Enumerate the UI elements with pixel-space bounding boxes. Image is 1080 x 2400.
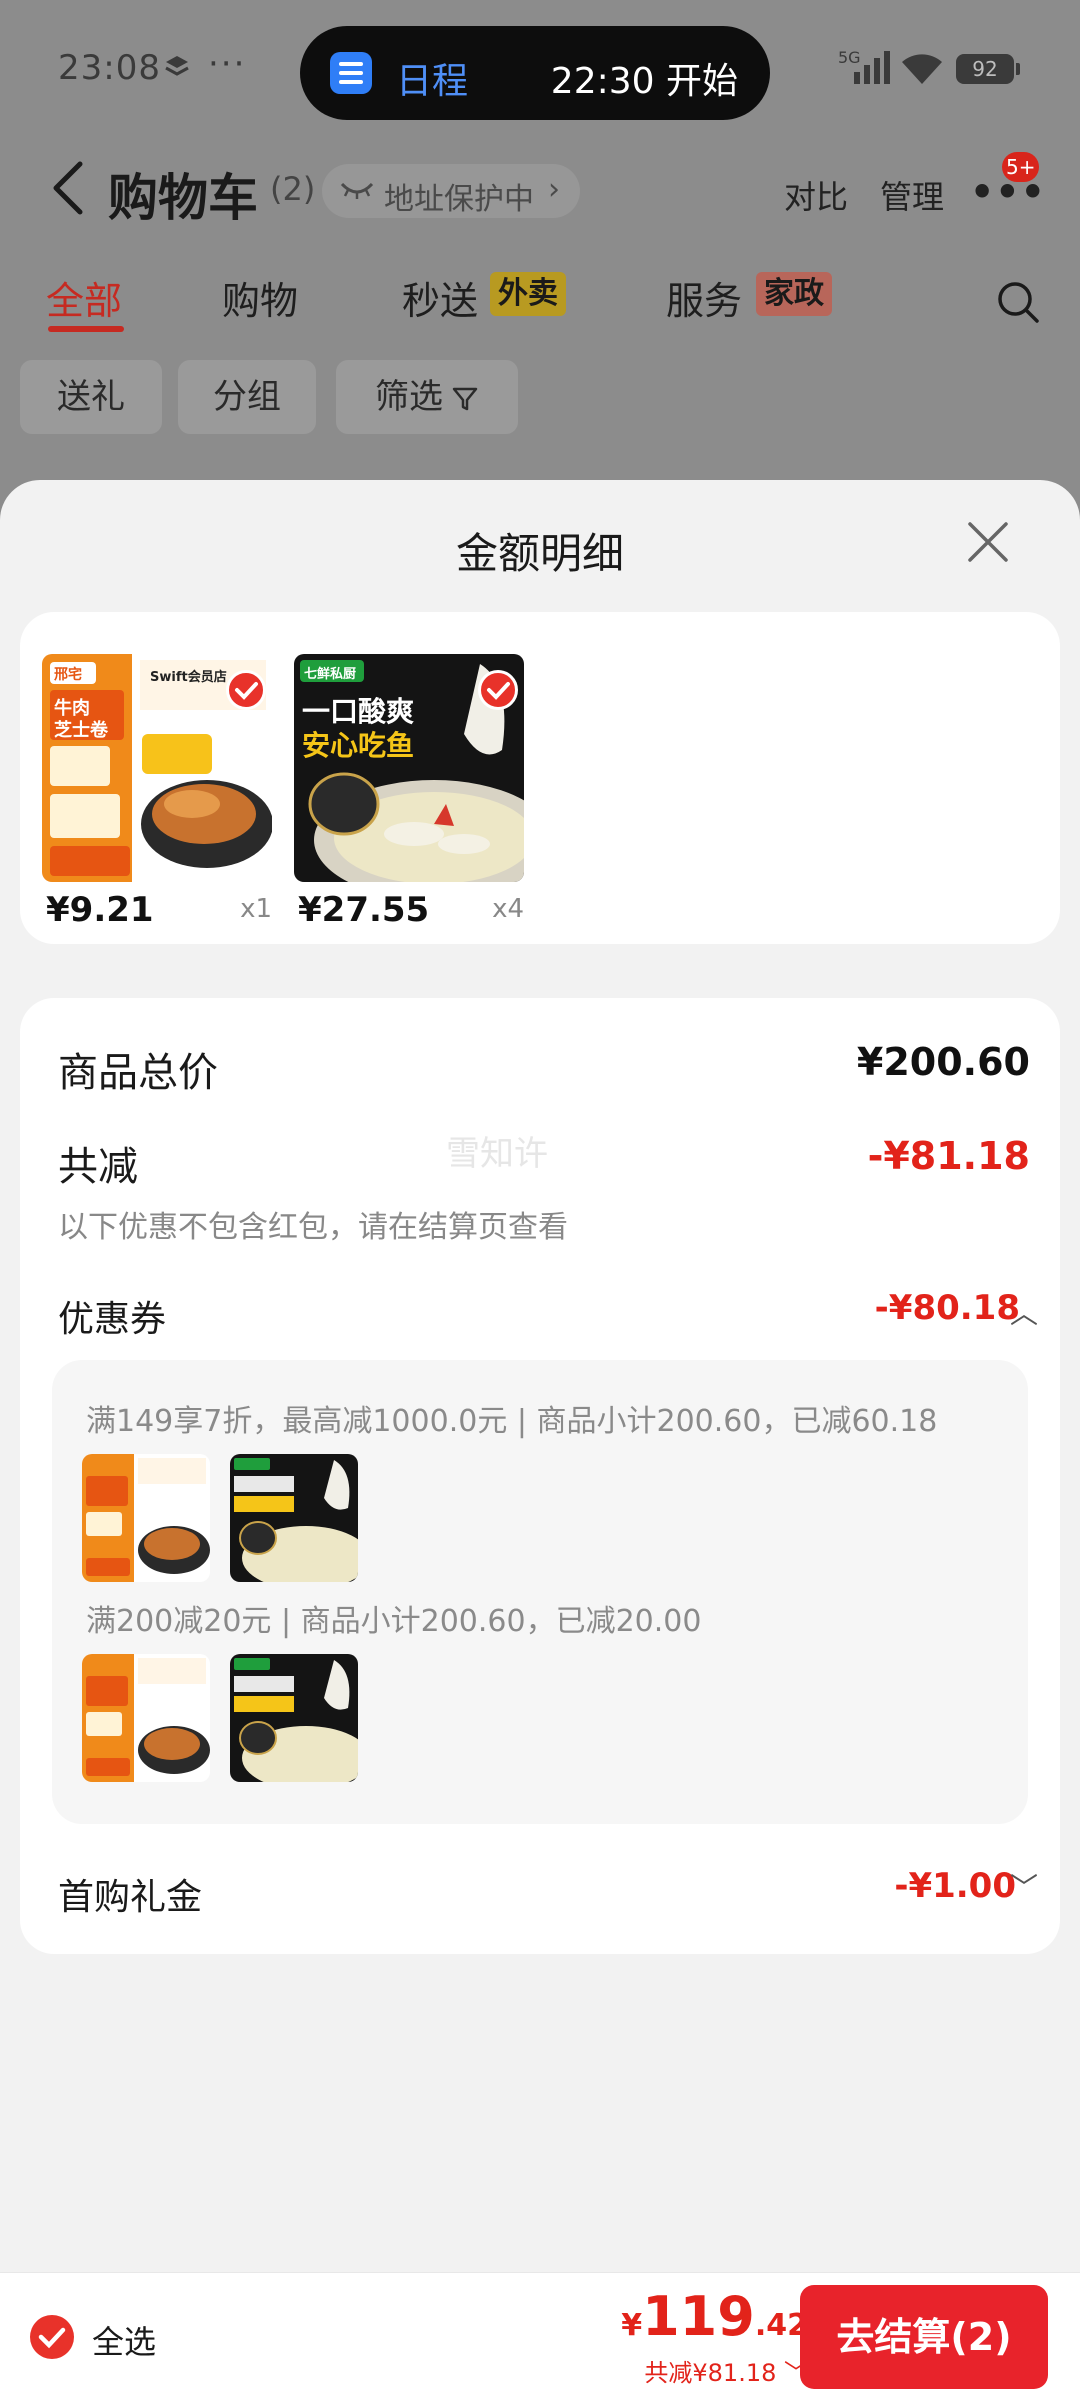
status-bar: 23:08 ··· 日程 22:30 开始 5G 92 xyxy=(0,0,1080,140)
coupon-rule: 满200减20元 | 商品小计200.60，已减20.00 xyxy=(86,1604,702,1639)
product-quantity: x4 xyxy=(492,894,524,924)
takeout-tag: 外卖 xyxy=(490,272,566,316)
filter-group-label: 分组 xyxy=(213,377,281,417)
manage-button[interactable]: 管理 xyxy=(880,172,944,218)
discount-note: 以下优惠不包含红包，请在结算页查看 xyxy=(58,1210,568,1245)
select-all-label[interactable]: 全选 xyxy=(92,2317,156,2363)
cart-count: (2) xyxy=(270,170,316,208)
checkbox-checked-icon[interactable] xyxy=(478,670,518,710)
product-quantity: x1 xyxy=(240,894,272,924)
dynamic-island[interactable]: 日程 22:30 开始 xyxy=(300,26,770,120)
selected-products-card: 邢宅 牛肉 芝士卷 Swift会员店 ¥9.21 x1 七鲜私厨 一口酸爽 安心… xyxy=(20,612,1060,944)
coupon-label[interactable]: 优惠券 xyxy=(58,1290,166,1342)
coupon-rule: 满149享7折，最高减1000.0元 | 商品小计200.60，已减60.18 xyxy=(86,1404,938,1439)
chevron-up-icon[interactable]: ︿ xyxy=(1010,1292,1038,1332)
product-price: ¥9.21 xyxy=(46,890,154,930)
filter-gift-label: 送礼 xyxy=(57,377,125,417)
eye-closed-icon xyxy=(340,182,374,199)
chevron-down-icon[interactable]: ﹀ xyxy=(1010,1866,1038,1906)
filter-chips: 送礼 分组 筛选 xyxy=(0,360,1080,434)
housekeeping-tag: 家政 xyxy=(756,272,832,316)
coupon-value[interactable]: -¥80.18 xyxy=(875,1288,1020,1328)
total-currency: ¥ xyxy=(621,2308,643,2343)
back-icon[interactable] xyxy=(50,160,86,216)
price-detail-card: 商品总价 ¥200.60 雪知许 共减 -¥81.18 以下优惠不包含红包，请在… xyxy=(20,998,1060,1954)
first-purchase-gift-label[interactable]: 首购礼金 xyxy=(58,1868,202,1920)
watermark: 雪知许 xyxy=(446,1134,548,1174)
checkbox-checked-icon[interactable] xyxy=(226,670,266,710)
product-name-line2: 安心吃鱼 xyxy=(302,729,415,762)
coupon-product-thumb-sour-fish xyxy=(230,1454,358,1582)
battery-icon: 92 xyxy=(956,54,1020,84)
tab-services[interactable]: 服务 xyxy=(666,270,742,325)
amount-detail-sheet: 金额明细 邢宅 牛肉 芝士卷 Swift会员店 ¥9.21 x1 七鲜私厨 一口… xyxy=(0,480,1080,2400)
search-icon[interactable] xyxy=(996,280,1040,324)
address-pill-label: 地址保护中 xyxy=(384,182,534,217)
chevron-right-icon: › xyxy=(548,172,560,207)
coupon-product-thumb-beef-roll xyxy=(82,1454,210,1582)
notification-badge: 5+ xyxy=(1002,152,1040,182)
total-saved-toggle[interactable]: 共减¥81.18 ﹀ xyxy=(644,2353,808,2388)
signal-icon xyxy=(854,51,890,84)
coupon-product-thumb-sour-fish xyxy=(230,1654,358,1782)
product-promo: Swift会员店 xyxy=(150,670,227,685)
filter-screen-label: 筛选 xyxy=(375,377,443,417)
calendar-icon xyxy=(330,52,372,94)
filter-screen[interactable]: 筛选 xyxy=(336,360,518,434)
funnel-icon xyxy=(452,387,478,410)
tab-shopping[interactable]: 购物 xyxy=(222,270,298,325)
filter-group[interactable]: 分组 xyxy=(178,360,316,434)
status-time: 23:08 xyxy=(58,48,161,88)
product-name-line2: 芝士卷 xyxy=(54,720,108,741)
product-brand: 邢宅 xyxy=(54,667,82,683)
first-purchase-gift-value[interactable]: -¥1.00 xyxy=(894,1866,1016,1906)
active-tab-indicator xyxy=(48,326,124,332)
select-all-checkbox[interactable] xyxy=(30,2315,74,2359)
coupon-product-thumb-beef-roll xyxy=(82,1654,210,1782)
total-amount: ¥119.42 xyxy=(621,2285,808,2348)
address-protection-pill[interactable]: 地址保护中 › xyxy=(322,164,580,218)
filter-gift[interactable]: 送礼 xyxy=(20,360,162,434)
layers-icon xyxy=(165,56,189,76)
status-more-dots: ··· xyxy=(208,44,247,84)
discount-value: -¥81.18 xyxy=(867,1134,1030,1178)
island-label: 日程 xyxy=(396,61,469,102)
tab-instant-delivery[interactable]: 秒送 xyxy=(402,270,478,325)
tab-all[interactable]: 全部 xyxy=(46,270,122,325)
coupon-details: 满149享7折，最高减1000.0元 | 商品小计200.60，已减60.18 xyxy=(52,1360,1028,1824)
checkout-button[interactable]: 去结算(2) xyxy=(800,2285,1048,2389)
close-icon[interactable] xyxy=(966,520,1010,564)
total-price-value: ¥200.60 xyxy=(856,1040,1030,1084)
page-title: 购物车 xyxy=(108,169,258,227)
island-time: 22:30 开始 xyxy=(550,61,738,102)
total-integer: 119 xyxy=(642,2285,755,2348)
product-price: ¥27.55 xyxy=(298,890,430,930)
product-brand: 七鲜私厨 xyxy=(304,667,357,682)
checkout-bar: 全选 ¥119.42 共减¥81.18 ﹀ 去结算(2) xyxy=(0,2272,1080,2400)
discount-label: 共减 xyxy=(58,1144,138,1190)
sheet-title: 金额明细 xyxy=(455,529,624,578)
total-price-label: 商品总价 xyxy=(58,1050,218,1096)
category-tabs: 全部 购物 秒送 外卖 服务 家政 xyxy=(0,270,1080,340)
wifi-icon xyxy=(902,54,942,84)
compare-button[interactable]: 对比 xyxy=(784,172,848,218)
